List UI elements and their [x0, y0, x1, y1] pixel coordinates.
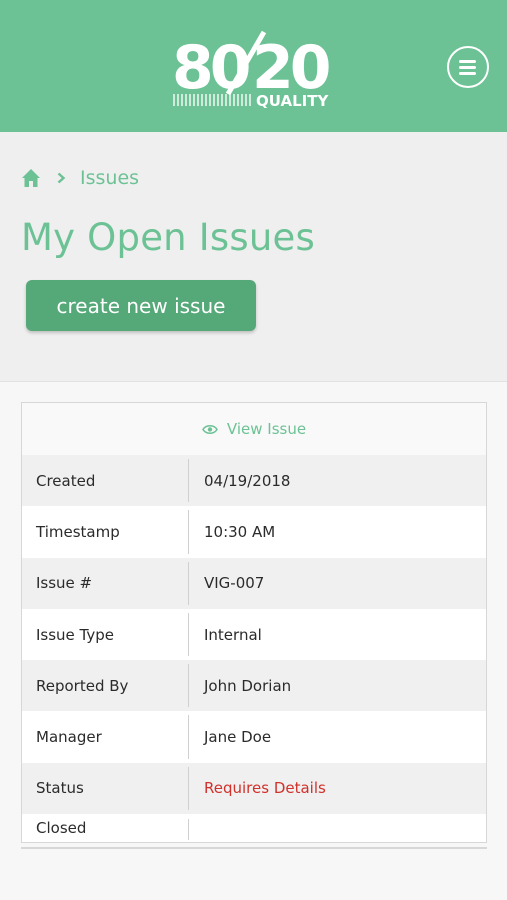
detail-value: VIG-007: [204, 574, 265, 593]
detail-value: Jane Doe: [204, 728, 272, 747]
detail-label: Reported By: [36, 676, 129, 695]
detail-label: Status: [36, 779, 84, 798]
menu-line: [459, 60, 476, 63]
svg-text:QUALITY: QUALITY: [256, 92, 329, 110]
menu-line: [459, 72, 476, 75]
column-divider: [188, 715, 189, 759]
page-title: My Open Issues: [21, 216, 315, 259]
eye-icon: [202, 424, 218, 434]
detail-value: 04/19/2018: [204, 471, 291, 490]
column-divider: [188, 510, 189, 554]
detail-label: Issue Type: [36, 625, 115, 644]
detail-value: Internal: [204, 625, 262, 644]
detail-label: Manager: [36, 728, 102, 747]
detail-row-created: Created 04/19/2018: [22, 455, 486, 507]
detail-row-issue-type: Issue Type Internal: [22, 609, 486, 660]
create-new-issue-button[interactable]: create new issue: [26, 280, 256, 331]
column-divider: [188, 612, 189, 657]
detail-label: Closed: [36, 819, 87, 838]
breadcrumb-issues-link[interactable]: Issues: [80, 167, 139, 189]
view-issue-link[interactable]: View Issue: [202, 420, 306, 438]
column-divider: [188, 766, 189, 811]
detail-label: Timestamp: [36, 522, 120, 541]
column-divider: [188, 819, 189, 841]
detail-row-issue-number: Issue # VIG-007: [22, 557, 486, 609]
column-divider: [188, 664, 189, 708]
chevron-right-icon: [57, 172, 66, 184]
detail-row-reported-by: Reported By John Dorian: [22, 660, 486, 712]
view-issue-row: View Issue: [22, 403, 486, 455]
breadcrumb: Issues: [21, 166, 139, 190]
menu-line: [459, 66, 476, 69]
brand-logo[interactable]: 80 20 QUALITY: [172, 30, 338, 110]
detail-row-timestamp: Timestamp 10:30 AM: [22, 506, 486, 557]
page-hero: Issues My Open Issues create new issue: [0, 132, 507, 382]
detail-value: 10:30 AM: [204, 522, 276, 541]
home-icon[interactable]: [21, 168, 41, 188]
svg-text:80: 80: [172, 33, 249, 103]
hamburger-menu-icon[interactable]: [447, 46, 489, 88]
card-bottom-rule: [21, 847, 487, 849]
status-value: Requires Details: [204, 779, 326, 798]
detail-row-closed: Closed: [22, 814, 486, 842]
detail-value: John Dorian: [204, 676, 292, 695]
column-divider: [188, 561, 189, 605]
detail-row-status: Status Requires Details: [22, 762, 486, 815]
detail-label: Issue #: [36, 574, 93, 593]
app-header: 80 20 QUALITY: [0, 0, 507, 132]
detail-label: Created: [36, 471, 96, 490]
issue-card: View Issue Created 04/19/2018 Timestamp …: [21, 402, 487, 843]
view-issue-label: View Issue: [226, 420, 307, 438]
detail-row-manager: Manager Jane Doe: [22, 711, 486, 762]
column-divider: [188, 459, 189, 503]
